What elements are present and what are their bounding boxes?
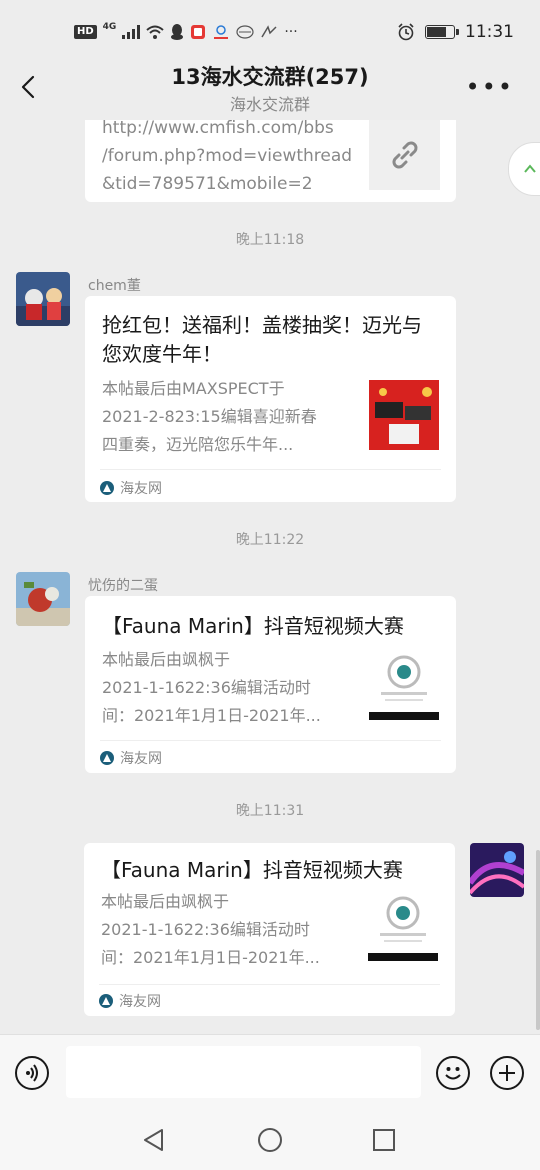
hd-badge: HD	[74, 25, 97, 39]
description-line: 四重奏，迈光陪您乐牛年...	[102, 435, 294, 454]
message-time: 晚上11:18	[235, 232, 305, 248]
qq-icon	[171, 24, 184, 40]
message-time: 晚上11:31	[235, 803, 305, 819]
source-name: 海友网	[120, 751, 162, 767]
message-time: 晚上11:22	[235, 532, 305, 548]
chat-messages[interactable]: http://www.cmfish.com/bbs /forum.php?mod…	[0, 120, 540, 1034]
input-bar	[0, 1034, 540, 1111]
description-line: 本帖最后由飒枫于	[102, 650, 231, 669]
avatar[interactable]	[16, 272, 70, 326]
own-avatar[interactable]	[470, 843, 524, 897]
link-url: http://www.cmfish.com/bbs /forum.php?mod…	[102, 120, 352, 198]
article-title: 【Fauna Marin】抖音短视频大赛	[102, 614, 404, 638]
sender-name: chem董	[88, 278, 141, 294]
more-notifications-icon: ···	[284, 24, 298, 40]
article-title: 抢红包！送福利！盖楼抽奖！迈光与您欢度牛年！	[102, 313, 422, 366]
url-line: /forum.php?mod=viewthread	[102, 146, 353, 166]
description-line: 2021-2-823:15编辑喜迎新春	[102, 407, 317, 426]
url-line: http://www.cmfish.com/bbs	[102, 120, 334, 138]
article-source: 海友网	[99, 991, 161, 1011]
source-logo-icon	[100, 751, 114, 765]
article-thumbnail	[368, 891, 438, 961]
more-options-icon[interactable]: •••	[466, 75, 514, 99]
nav-back-icon[interactable]	[140, 1126, 168, 1154]
source-logo-icon	[100, 481, 114, 495]
status-time: 11:31	[465, 22, 514, 42]
nav-recents-icon[interactable]	[370, 1126, 398, 1154]
alarm-icon	[398, 23, 414, 41]
battery-icon	[425, 25, 459, 39]
article-source: 海友网	[100, 478, 162, 498]
system-navigation-bar	[0, 1110, 540, 1170]
article-card[interactable]: 【Fauna Marin】抖音短视频大赛 本帖最后由飒枫于 2021-1-162…	[84, 843, 455, 1016]
link-thumbnail	[369, 120, 440, 190]
status-icons-right: 11:31	[397, 22, 514, 42]
card-divider	[100, 740, 441, 741]
chat-title: 13海水交流群(257)	[171, 65, 369, 89]
description-line: 本帖最后由飒枫于	[101, 892, 230, 911]
description-line: 间：2021年1月1日-2021年...	[102, 706, 321, 725]
source-name: 海友网	[119, 994, 161, 1010]
cloud-app-icon	[214, 25, 229, 39]
card-divider	[99, 984, 440, 985]
article-title: 【Fauna Marin】抖音短视频大赛	[101, 858, 403, 882]
link-icon	[392, 141, 417, 169]
article-description: 本帖最后由飒枫于 2021-1-1622:36编辑活动时 间：2021年1月1日…	[101, 888, 337, 972]
sender-name: 忧伤的二蛋	[88, 578, 158, 594]
emoji-button[interactable]	[436, 1056, 470, 1090]
avatar[interactable]	[16, 572, 70, 626]
source-logo-icon	[99, 994, 113, 1008]
brand-app-icon	[236, 25, 254, 39]
voice-icon	[26, 1064, 38, 1082]
chat-subtitle: 海水交流群	[229, 95, 310, 114]
signal-icon	[122, 25, 141, 39]
link-message-card[interactable]: http://www.cmfish.com/bbs /forum.php?mod…	[85, 120, 456, 202]
more-actions-button[interactable]	[490, 1056, 524, 1090]
chat-header: 13海水交流群(257) 海水交流群 •••	[0, 56, 540, 120]
misc-app-icon	[261, 25, 277, 38]
article-card[interactable]: 抢红包！送福利！盖楼抽奖！迈光与您欢度牛年！ 本帖最后由MAXSPECT于 20…	[85, 296, 456, 502]
plus-icon	[499, 1065, 515, 1081]
url-line: &tid=789571&mobile=2	[102, 174, 313, 194]
description-line: 2021-1-1622:36编辑活动时	[101, 920, 310, 939]
nav-home-icon[interactable]	[256, 1126, 284, 1154]
description-line: 间：2021年1月1日-2021年...	[101, 948, 320, 967]
network-type: 4G	[102, 21, 117, 32]
emoji-icon	[445, 1067, 461, 1080]
wifi-icon	[146, 25, 164, 39]
article-thumbnail	[369, 650, 439, 720]
article-thumbnail	[369, 380, 439, 450]
source-name: 海友网	[120, 481, 162, 497]
article-card[interactable]: 【Fauna Marin】抖音短视频大赛 本帖最后由飒枫于 2021-1-162…	[85, 596, 456, 773]
status-icons-left: HD 4G ···	[74, 21, 298, 40]
description-line: 2021-1-1622:36编辑活动时	[102, 678, 311, 697]
side-arrow-icon	[524, 164, 536, 173]
article-description: 本帖最后由飒枫于 2021-1-1622:36编辑活动时 间：2021年1月1日…	[102, 646, 338, 730]
app-notification-icon	[191, 25, 206, 39]
article-description: 本帖最后由MAXSPECT于 2021-2-823:15编辑喜迎新春 四重奏，迈…	[102, 375, 338, 459]
voice-button[interactable]	[15, 1056, 49, 1090]
card-divider	[100, 469, 441, 470]
status-bar: HD 4G ··· 11:31	[0, 0, 540, 62]
description-line: 本帖最后由MAXSPECT于	[102, 379, 285, 398]
floating-side-button[interactable]	[508, 142, 540, 196]
article-source: 海友网	[100, 748, 162, 768]
message-input[interactable]	[66, 1046, 421, 1098]
scrollbar[interactable]	[536, 850, 540, 1030]
